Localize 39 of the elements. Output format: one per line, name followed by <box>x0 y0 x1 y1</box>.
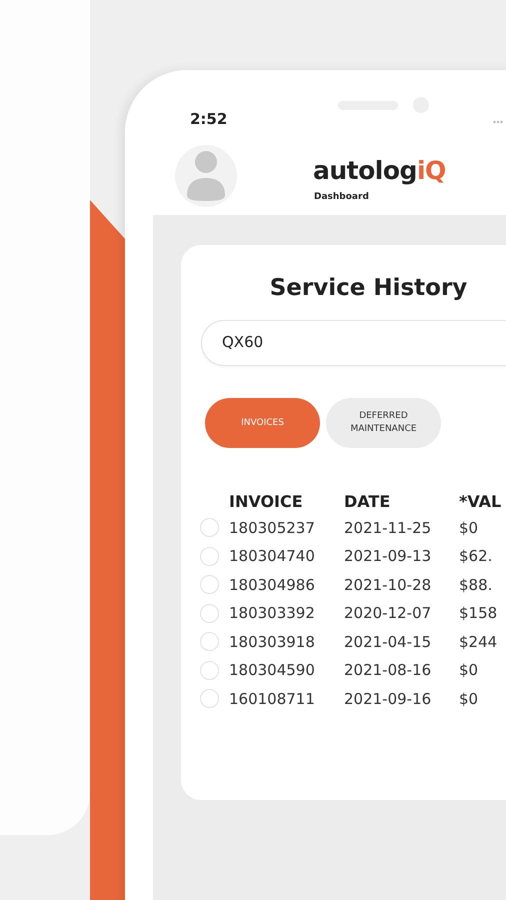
table-cell-text: $0 <box>459 660 480 682</box>
column-header: DATE <box>344 490 392 513</box>
table-cell-text: 180304740 <box>229 546 316 568</box>
signal-dots-icon <box>493 120 503 124</box>
logo: autologiQ <box>313 158 446 183</box>
column-header: INVOICE <box>229 490 304 513</box>
tab[interactable]: DEFERRED MAINTENANCE <box>326 398 441 448</box>
table-cell-text: 180303392 <box>229 603 316 624</box>
table-cell-text: 180304590 <box>229 660 316 682</box>
radio-button[interactable] <box>200 518 219 538</box>
table-cell-text: 2021-04-15 <box>344 632 432 653</box>
table-cell-text: 2021-08-16 <box>344 660 432 682</box>
table-cell-text: $0 <box>459 688 480 710</box>
search-field[interactable]: QX60 <box>201 320 506 366</box>
radio-button[interactable] <box>200 689 219 708</box>
table-cell-text: $244 <box>459 632 498 653</box>
table-cell-text: $88. <box>459 574 494 596</box>
table-cell-text: 2020-12-07 <box>344 603 432 624</box>
avatar-icon[interactable] <box>175 145 237 207</box>
table-cell-text: 180304986 <box>229 574 316 596</box>
table-cell-text: 180303918 <box>229 632 316 653</box>
table-cell-text: 2021-09-16 <box>344 688 432 710</box>
page-title: Service History <box>268 275 468 303</box>
radio-button[interactable] <box>200 632 219 652</box>
table-cell-text: 2021-10-28 <box>344 574 432 596</box>
table-cell-text: 2021-09-13 <box>344 546 432 568</box>
column-header: *VAL <box>459 490 502 513</box>
radio-button[interactable] <box>200 604 219 623</box>
logo-subtitle: Dashboard <box>314 191 369 204</box>
table-cell-text: 2021-11-25 <box>344 518 432 539</box>
table-cell-text: $158 <box>459 603 498 624</box>
radio-button[interactable] <box>200 575 219 594</box>
radio-button[interactable] <box>200 660 219 680</box>
table-cell-text: $0 <box>459 518 480 539</box>
table-cell-text: 160108711 <box>229 688 316 710</box>
table-cell-text: $62. <box>459 546 494 568</box>
table-cell-text: 180305237 <box>229 518 316 539</box>
status-time: 2:52 <box>190 109 228 130</box>
radio-button[interactable] <box>200 546 219 566</box>
